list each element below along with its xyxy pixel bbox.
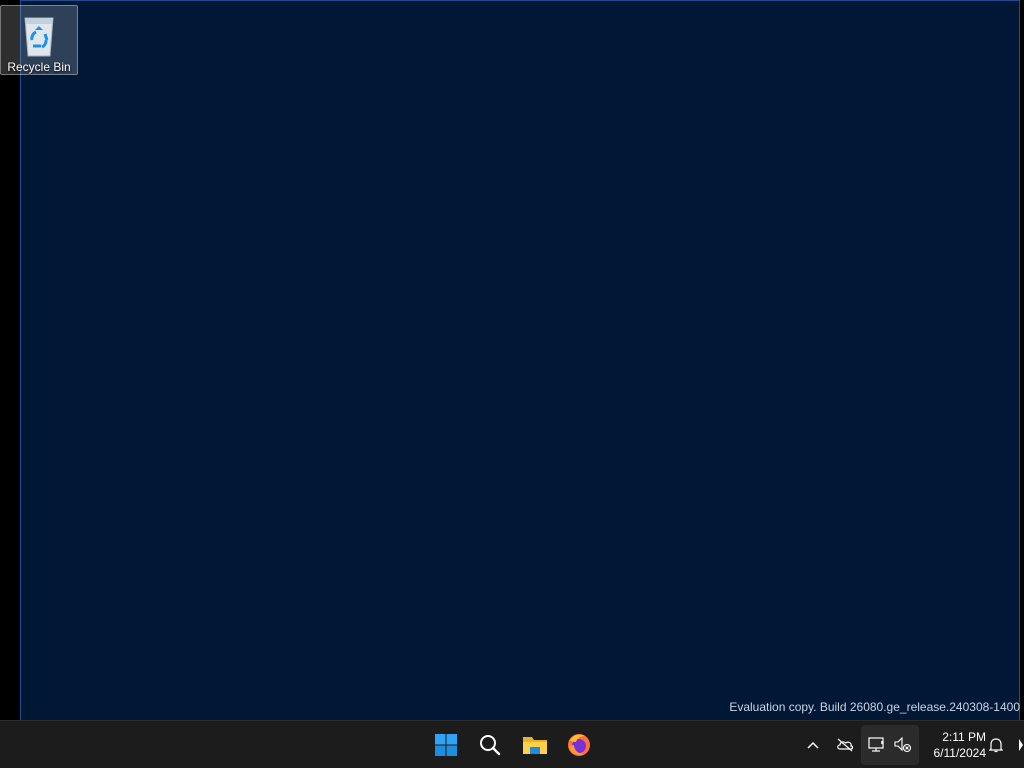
quick-settings-button[interactable]	[861, 725, 919, 765]
cloud-offline-icon	[837, 738, 854, 752]
network-icon	[868, 737, 884, 752]
show-desktop-button[interactable]	[1018, 735, 1024, 755]
taskbar-clock[interactable]: 2:11 PM 6/11/2024	[920, 727, 987, 763]
firefox-icon	[568, 734, 590, 756]
caret-right-icon	[1019, 739, 1023, 751]
evaluation-watermark: Evaluation copy. Build 26080.ge_release.…	[729, 700, 1020, 714]
windows-logo-icon	[435, 734, 457, 756]
chevron-up-icon	[807, 741, 819, 749]
show-hidden-icons-button[interactable]	[801, 727, 825, 763]
search-icon	[480, 735, 501, 756]
notifications-button[interactable]	[986, 727, 1006, 763]
speaker-muted-icon	[894, 737, 912, 753]
file-explorer-button[interactable]	[515, 725, 555, 765]
onedrive-button[interactable]	[832, 727, 858, 763]
start-button[interactable]	[426, 725, 466, 765]
desktop-wallpaper	[20, 0, 1020, 720]
desktop-icon-recycle-bin[interactable]: Recycle Bin	[0, 5, 78, 75]
taskbar: 2:11 PM 6/11/2024	[0, 720, 1024, 768]
recycle-bin-icon	[24, 17, 54, 57]
clock-time: 2:11 PM	[942, 730, 986, 744]
folder-icon	[523, 737, 547, 754]
desktop: Recycle Bin Evaluation copy. Build 26080…	[0, 0, 1024, 720]
search-button[interactable]	[470, 725, 510, 765]
clock-date: 6/11/2024	[933, 746, 987, 760]
desktop-icon-label: Recycle Bin	[7, 60, 71, 74]
bell-icon	[989, 738, 1003, 753]
firefox-button[interactable]	[559, 725, 599, 765]
